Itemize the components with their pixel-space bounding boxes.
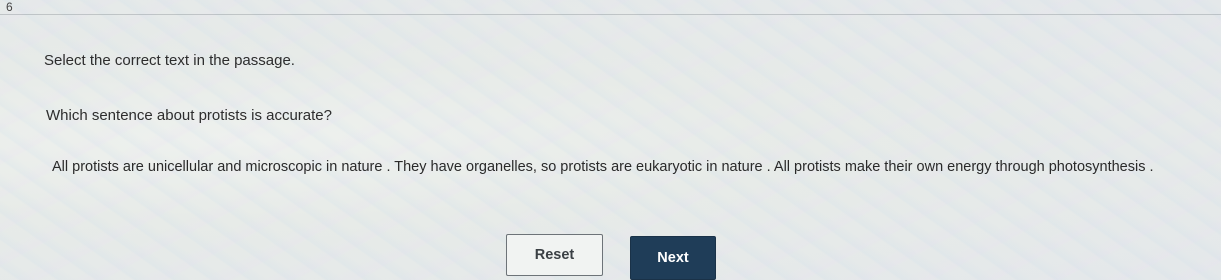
passage-sentence-1[interactable]: All protists are unicellular and microsc… <box>52 159 390 175</box>
passage-sentence-2[interactable]: They have organelles, so protists are eu… <box>394 159 770 175</box>
divider <box>0 14 1221 15</box>
question-number: 6 <box>6 0 13 14</box>
question-text: Which sentence about protists is accurat… <box>46 107 332 124</box>
passage: All protists are unicellular and microsc… <box>52 157 1162 177</box>
next-button[interactable]: Next <box>630 236 716 280</box>
reset-button[interactable]: Reset <box>506 234 603 276</box>
instruction-text: Select the correct text in the passage. <box>44 52 295 69</box>
passage-sentence-3[interactable]: All protists make their own energy throu… <box>774 159 1154 175</box>
